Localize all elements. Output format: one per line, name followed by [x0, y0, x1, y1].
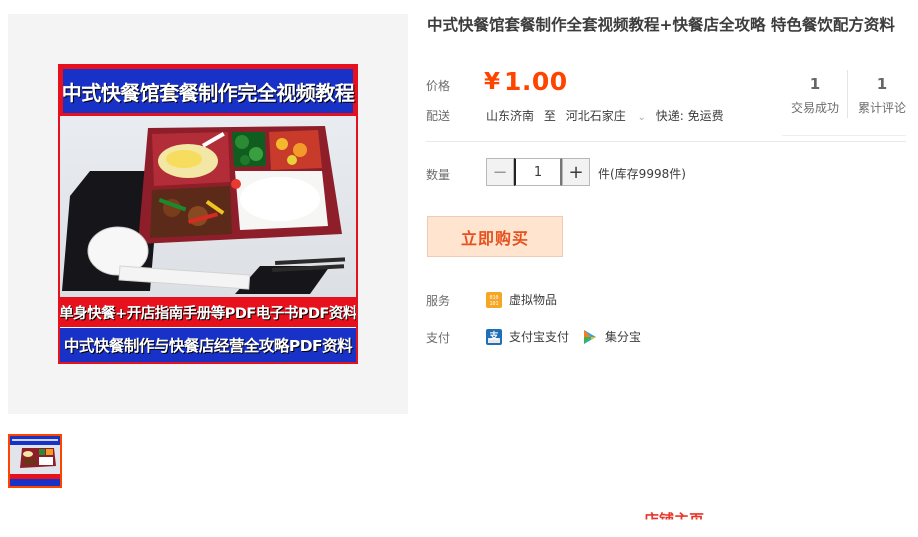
service-item[interactable]: 010 101 虚拟物品 — [486, 291, 557, 308]
currency-symbol: ¥ — [484, 69, 501, 95]
payment-jifenbao[interactable]: 集分宝 — [582, 328, 641, 345]
price-label: 价格 — [426, 79, 451, 93]
transactions-label: 交易成功 — [790, 101, 839, 115]
stat-reviews[interactable]: 1 累计评论 — [853, 74, 911, 116]
quantity-increase-button[interactable]: + — [562, 158, 590, 186]
poster-top-banner: 中式快餐馆套餐制作完全视频教程 — [60, 66, 356, 116]
stats-underline — [782, 135, 906, 136]
service-label: 服务 — [426, 294, 451, 308]
transactions-count: 1 — [809, 75, 821, 93]
delivery-to-prefix: 至 — [543, 109, 556, 123]
price-value: 1.00 — [504, 67, 568, 96]
poster-bottom-banner: 中式快餐制作与快餐店经营全攻略PDF资料 — [60, 328, 356, 362]
payment-label: 支付 — [426, 331, 451, 345]
svg-text:101: 101 — [489, 301, 498, 307]
poster-food-photo — [60, 116, 356, 297]
section-divider — [426, 141, 906, 142]
delivery-destination-select[interactable]: 河北石家庄 — [566, 109, 632, 123]
product-poster: 中式快餐馆套餐制作完全视频教程 单身快餐+开店指南手册等PDF电子书PDF资料 … — [58, 64, 358, 364]
payment-alipay-label: 支付宝支付 — [509, 330, 570, 344]
stock-info: 件(库存9998件) — [598, 167, 686, 181]
delivery-info: 山东济南 至 河北石家庄 ⌄ 快递: 免运费 — [486, 107, 730, 124]
product-title: 中式快餐馆套餐制作全套视频教程+快餐店全攻略 特色餐饮配方资料 — [427, 16, 895, 34]
alipay-icon: 支 — [486, 328, 502, 345]
delivery-label: 配送 — [426, 109, 451, 123]
quantity-stepper: − + — [486, 158, 590, 186]
reviews-count: 1 — [876, 75, 888, 93]
quantity-label: 数量 — [426, 168, 451, 182]
payment-jifenbao-label: 集分宝 — [605, 330, 642, 344]
delivery-to: 河北石家庄 — [565, 109, 626, 123]
thumbnail-image[interactable] — [8, 434, 62, 488]
jifenbao-icon — [582, 329, 598, 345]
cutoff-text-right: 店铺主页 — [644, 511, 705, 529]
quantity-decrease-button[interactable]: − — [486, 158, 514, 186]
stat-transactions[interactable]: 1 交易成功 — [786, 74, 844, 116]
delivery-from: 山东济南 — [486, 109, 535, 123]
main-product-image[interactable]: 中式快餐馆套餐制作完全视频教程 单身快餐+开店指南手册等PDF电子书PDF资料 … — [8, 14, 408, 414]
chevron-down-icon[interactable]: ⌄ — [638, 112, 646, 123]
poster-middle-banner: 单身快餐+开店指南手册等PDF电子书PDF资料 — [60, 297, 356, 327]
quantity-input[interactable] — [514, 158, 562, 186]
svg-text:支: 支 — [488, 330, 499, 342]
buy-now-button[interactable]: 立即购买 — [427, 216, 563, 257]
delivery-method: 快递: 免运费 — [655, 109, 724, 123]
virtual-goods-icon: 010 101 — [486, 291, 502, 308]
payment-alipay[interactable]: 支 支付宝支付 — [486, 328, 569, 345]
stats-divider — [847, 70, 848, 118]
service-item-label: 虚拟物品 — [509, 293, 558, 307]
reviews-label: 累计评论 — [857, 101, 906, 115]
